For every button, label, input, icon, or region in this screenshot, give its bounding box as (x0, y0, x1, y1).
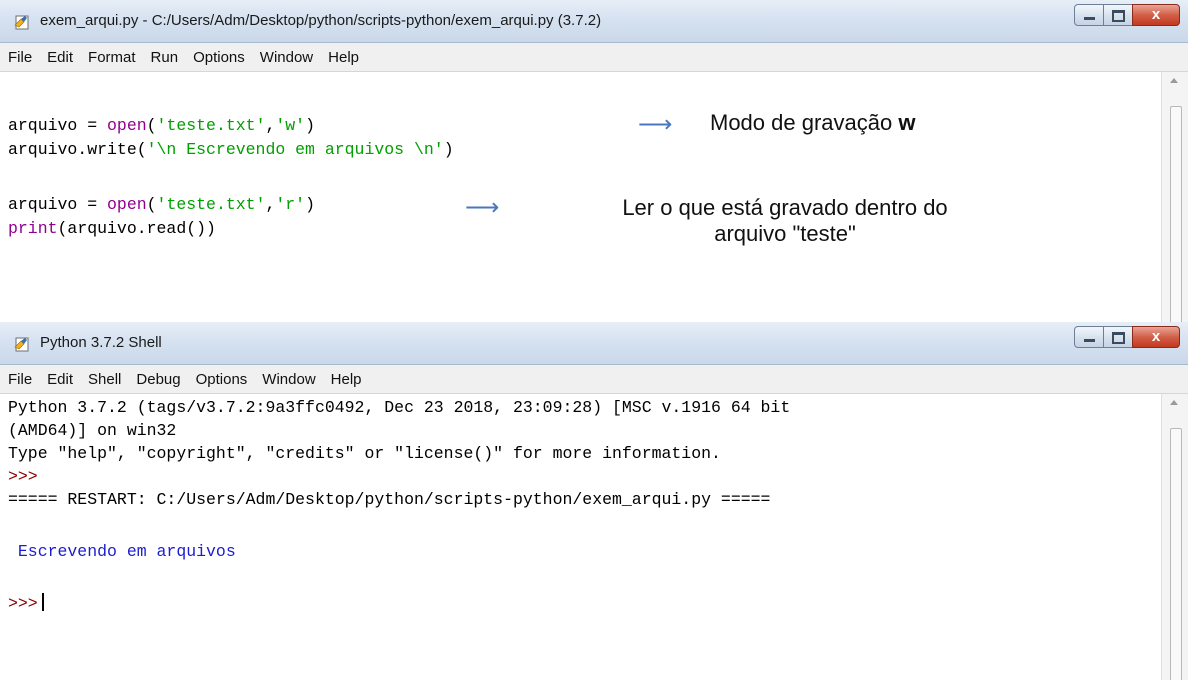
shell-prompt-2: >>> (8, 594, 38, 613)
menu-window[interactable]: Window (260, 49, 313, 66)
annotation-read-file: Ler o que está gravado dentro do arquivo… (560, 195, 1010, 247)
editor-window: exem_arqui.py - C:/Users/Adm/Desktop/pyt… (0, 0, 1188, 322)
menu-help[interactable]: Help (331, 371, 362, 388)
maximize-button[interactable] (1104, 4, 1132, 26)
shell-menubar: File Edit Shell Debug Options Window Hel… (0, 365, 1188, 394)
shell-prompt: >>> (8, 467, 38, 486)
menu-edit[interactable]: Edit (47, 49, 73, 66)
annotation-write-mode-letter: w (898, 110, 916, 135)
scroll-up-arrow-icon[interactable] (1170, 78, 1178, 83)
close-icon: x (1151, 328, 1161, 345)
close-button[interactable]: x (1132, 326, 1180, 348)
menu-format[interactable]: Format (88, 49, 136, 66)
menu-options[interactable]: Options (196, 371, 248, 388)
editor-scrollbar[interactable] (1161, 72, 1188, 322)
annotation-arrow-2: ⟶ (465, 194, 500, 221)
menu-options[interactable]: Options (193, 49, 245, 66)
shell-banner-line-1: Python 3.7.2 (tags/v3.7.2:9a3ffc0492, De… (8, 398, 791, 417)
shell-output-line: Escrevendo em arquivos (8, 542, 236, 561)
idle-file-icon (14, 15, 29, 30)
maximize-button[interactable] (1104, 326, 1132, 348)
shell-scrollbar[interactable] (1161, 394, 1188, 680)
shell-banner-line-2: (AMD64)] on win32 (8, 421, 177, 440)
idle-shell-icon (14, 337, 29, 352)
scroll-up-arrow-icon[interactable] (1170, 400, 1178, 405)
shell-window-title: Python 3.7.2 Shell (40, 334, 162, 351)
menu-shell[interactable]: Shell (88, 371, 121, 388)
shell-caption-buttons: x (1074, 326, 1180, 348)
annotation-write-mode: Modo de gravação w (710, 110, 916, 135)
shell-window: Python 3.7.2 Shell x File Edit Shell Deb… (0, 322, 1188, 680)
editor-window-title: exem_arqui.py - C:/Users/Adm/Desktop/pyt… (40, 12, 602, 29)
editor-caption-buttons: x (1074, 4, 1180, 26)
shell-input-line[interactable]: >>> (8, 593, 44, 613)
minimize-button[interactable] (1074, 4, 1104, 26)
shell-banner-line-3: Type "help", "copyright", "credits" or "… (8, 444, 721, 463)
shell-scroll-thumb[interactable] (1170, 428, 1182, 680)
menu-edit[interactable]: Edit (47, 371, 73, 388)
code-line-2: arquivo.write('\n Escrevendo em arquivos… (8, 140, 454, 159)
shell-titlebar[interactable]: Python 3.7.2 Shell x (0, 322, 1188, 365)
menu-file[interactable]: File (8, 49, 32, 66)
shell-text-area[interactable]: Python 3.7.2 (tags/v3.7.2:9a3ffc0492, De… (0, 394, 1188, 680)
annotation-read-file-line-2: arquivo "teste" (714, 221, 856, 246)
menu-file[interactable]: File (8, 371, 32, 388)
annotation-arrow-1: ⟶ (638, 111, 673, 138)
editor-titlebar[interactable]: exem_arqui.py - C:/Users/Adm/Desktop/pyt… (0, 0, 1188, 43)
editor-scroll-thumb[interactable] (1170, 106, 1182, 322)
close-icon: x (1151, 6, 1161, 23)
annotation-read-file-line-1: Ler o que está gravado dentro do (622, 195, 948, 220)
close-button[interactable]: x (1132, 4, 1180, 26)
text-cursor (41, 593, 44, 611)
code-line-3: arquivo = open('teste.txt','r') (8, 195, 315, 214)
menu-debug[interactable]: Debug (136, 371, 180, 388)
menu-run[interactable]: Run (151, 49, 179, 66)
shell-restart-line: ===== RESTART: C:/Users/Adm/Desktop/pyth… (8, 490, 771, 509)
editor-text-area[interactable]: arquivo = open('teste.txt','w') arquivo.… (0, 72, 1188, 322)
code-line-1: arquivo = open('teste.txt','w') (8, 116, 315, 135)
menu-window[interactable]: Window (262, 371, 315, 388)
code-line-4: print(arquivo.read()) (8, 219, 216, 238)
minimize-button[interactable] (1074, 326, 1104, 348)
menu-help[interactable]: Help (328, 49, 359, 66)
editor-menubar: File Edit Format Run Options Window Help (0, 43, 1188, 72)
